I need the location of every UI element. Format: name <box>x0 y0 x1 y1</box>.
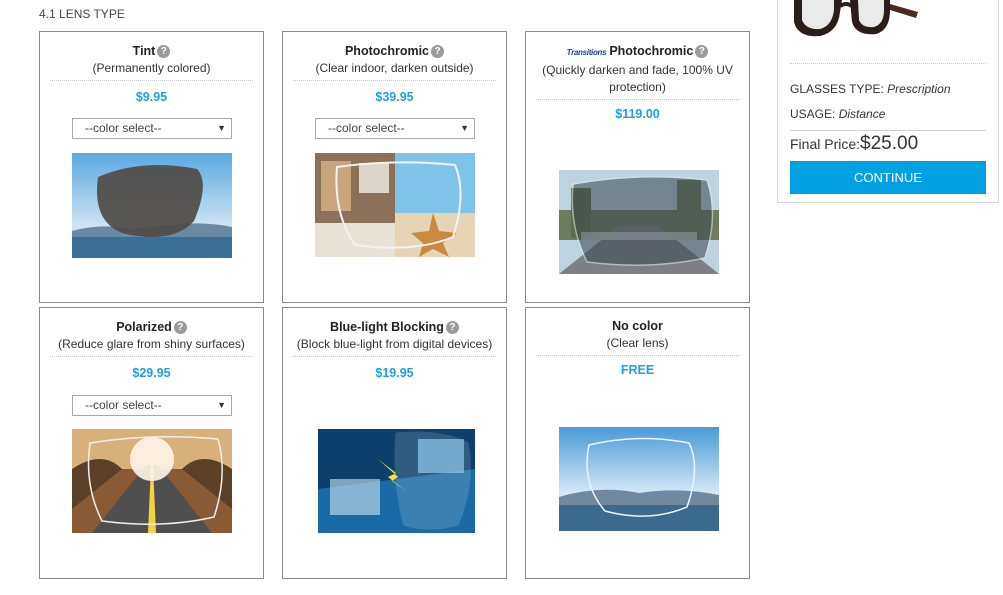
lens-option-price: $39.95 <box>375 90 414 104</box>
usage-label: USAGE: <box>790 107 836 121</box>
lens-option-header: Blue-light Blocking? (Block blue-light f… <box>293 318 496 357</box>
lens-option-name: Polarized <box>116 320 172 334</box>
glasses-type-value: Prescription <box>887 82 951 96</box>
lens-option-name: Tint <box>132 44 156 58</box>
color-select-dropdown[interactable]: --color select-- ▼ <box>72 395 232 416</box>
lens-option-title: Blue-light Blocking? <box>293 318 496 336</box>
final-price-label: Final Price: <box>790 136 861 152</box>
lens-option-price: $19.95 <box>375 366 414 380</box>
lens-option-transitions-photochromic[interactable]: Transitions Photochromic? (Quickly darken… <box>525 31 750 303</box>
lens-option-tint[interactable]: Tint? (Permanently colored) $9.95 --colo… <box>39 31 264 303</box>
photochromic-lens-image <box>315 153 475 257</box>
lens-option-description: (Block blue-light from digital devices) <box>296 337 493 351</box>
caret-down-icon: ▼ <box>217 123 226 133</box>
transitions-lens-image <box>559 170 719 274</box>
lens-option-description: (Permanently colored) <box>92 61 211 75</box>
glasses-frame-image <box>794 0 918 37</box>
lens-option-title: Transitions Photochromic? <box>536 42 739 62</box>
transitions-logo: Transitions <box>566 48 607 57</box>
help-icon[interactable]: ? <box>157 45 171 58</box>
lens-option-name: Blue-light Blocking <box>330 320 444 334</box>
lens-option-header: Transitions Photochromic? (Quickly darken… <box>536 42 739 100</box>
caret-down-icon: ▼ <box>460 123 469 133</box>
help-icon[interactable]: ? <box>173 321 187 334</box>
clear-lens-image <box>559 427 719 531</box>
tint-lens-image <box>72 153 232 258</box>
continue-button[interactable]: CONTINUE <box>790 161 986 194</box>
lens-option-no-color[interactable]: No color (Clear lens) FREE <box>525 307 750 579</box>
usage-row: USAGE: Distance <box>790 107 885 121</box>
glasses-type-label: GLASSES TYPE: <box>790 82 884 96</box>
lens-option-header: Photochromic? (Clear indoor, darken outs… <box>293 42 496 81</box>
caret-down-icon: ▼ <box>217 400 226 410</box>
lens-option-header: No color (Clear lens) <box>536 317 739 356</box>
divider <box>790 130 986 131</box>
color-select-value: --color select-- <box>328 121 405 135</box>
lens-option-price: $9.95 <box>135 90 168 104</box>
lens-option-description: (Reduce glare from shiny surfaces) <box>58 337 245 351</box>
lens-option-title: Photochromic? <box>293 42 496 60</box>
final-price-value: $25.00 <box>860 133 919 154</box>
section-title: 4.1 LENS TYPE <box>39 7 125 21</box>
divider <box>790 63 986 64</box>
lens-option-price: FREE <box>620 363 655 377</box>
lens-option-description: (Clear lens) <box>606 336 669 350</box>
lens-option-photochromic[interactable]: Photochromic? (Clear indoor, darken outs… <box>282 31 507 303</box>
help-icon[interactable]: ? <box>445 321 459 334</box>
lens-option-name: Photochromic <box>609 44 694 58</box>
color-select-value: --color select-- <box>85 398 162 412</box>
lens-option-price: $29.95 <box>132 366 171 380</box>
order-summary-panel: GLASSES TYPE: Prescription USAGE: Distan… <box>777 0 999 203</box>
usage-value: Distance <box>838 107 886 121</box>
color-select-dropdown[interactable]: --color select-- ▼ <box>72 118 232 139</box>
lens-option-price: $119.00 <box>615 107 660 121</box>
blue-light-lens-image <box>318 429 475 533</box>
lens-option-description: (Clear indoor, darken outside) <box>315 61 474 75</box>
lens-option-description: (Quickly darken and fade, 100% UV protec… <box>542 63 733 94</box>
lens-option-polarized[interactable]: Polarized? (Reduce glare from shiny surf… <box>39 307 264 579</box>
polarized-lens-image <box>72 429 232 533</box>
lens-option-name: No color <box>612 319 663 333</box>
lens-option-title: Tint? <box>50 42 253 60</box>
lens-option-blue-light-blocking[interactable]: Blue-light Blocking? (Block blue-light f… <box>282 307 507 579</box>
final-price: Final Price:$25.00 <box>790 133 918 155</box>
help-icon[interactable]: ? <box>695 45 709 58</box>
lens-option-name: Photochromic <box>344 44 430 58</box>
glasses-type-row: GLASSES TYPE: Prescription <box>790 82 951 96</box>
color-select-value: --color select-- <box>85 121 162 135</box>
help-icon[interactable]: ? <box>431 45 445 58</box>
color-select-dropdown[interactable]: --color select-- ▼ <box>315 118 475 139</box>
lens-option-title: No color <box>536 317 739 335</box>
lens-option-header: Tint? (Permanently colored) <box>50 42 253 81</box>
lens-option-header: Polarized? (Reduce glare from shiny surf… <box>50 318 253 357</box>
lens-option-title: Polarized? <box>50 318 253 336</box>
